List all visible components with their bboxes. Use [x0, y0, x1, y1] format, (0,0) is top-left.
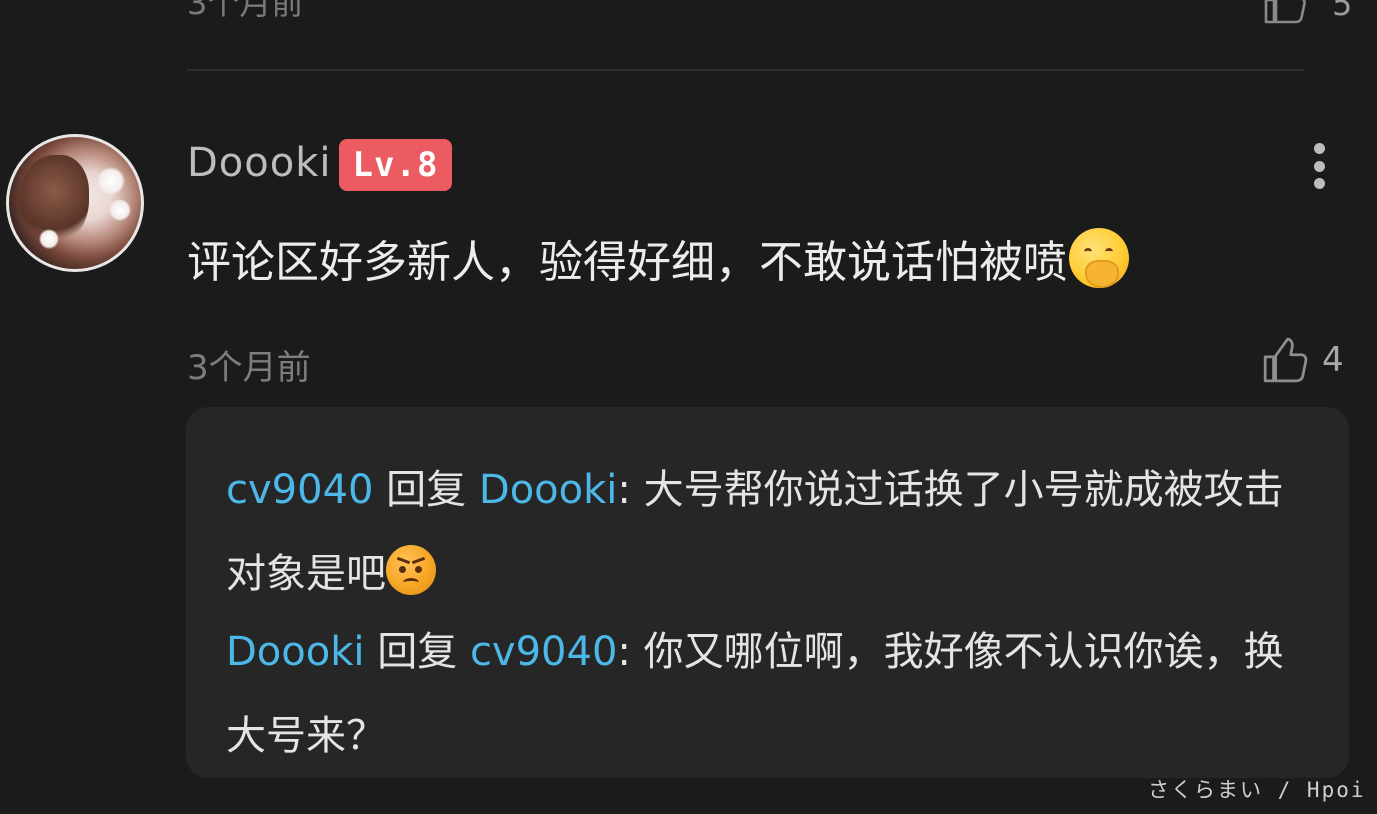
avatar-flower	[109, 199, 131, 221]
watermark: さくらまい / Hpoi	[1148, 778, 1366, 802]
previous-like-count: 5	[1332, 0, 1353, 23]
avatar[interactable]	[6, 134, 144, 272]
avatar-flower	[97, 167, 125, 195]
like-button[interactable]: 4	[1262, 336, 1344, 384]
reply-item[interactable]: cv9040 回复 Doooki: 大号帮你说过话换了小号就成被攻击对象是吧	[226, 448, 1306, 616]
thumbs-up-icon	[1263, 337, 1308, 383]
comment-timestamp: 3个月前	[187, 348, 311, 388]
dot	[1313, 160, 1325, 172]
previous-like-button[interactable]: 5	[1262, 0, 1352, 26]
reply-colon: :	[617, 629, 644, 675]
dot	[1313, 178, 1325, 189]
reply-target[interactable]: Doooki	[479, 467, 618, 513]
comment-body: 评论区好多新人，验得好细，不敢说话怕被喷	[187, 226, 1129, 290]
more-options-icon[interactable]	[1310, 143, 1328, 189]
reply-author[interactable]: cv9040	[226, 467, 373, 513]
replies-box: cv9040 回复 Doooki: 大号帮你说过话换了小号就成被攻击对象是吧 D…	[186, 407, 1349, 778]
angry-face-emoji	[386, 545, 436, 595]
reply-item[interactable]: Doooki 回复 cv9040: 你又哪位啊，我好像不认识你诶，换大号来？	[226, 610, 1306, 778]
level-badge: Lv.8	[339, 139, 452, 191]
reply-verb: 回复	[373, 467, 479, 513]
comment-divider	[187, 69, 1304, 71]
previous-comment-time: 3个月前	[187, 0, 304, 22]
dot	[1313, 143, 1325, 154]
reply-verb: 回复	[364, 629, 470, 675]
like-count: 4	[1322, 340, 1344, 380]
thumbs-up-icon	[1264, 0, 1306, 24]
avatar-flower	[39, 229, 59, 249]
comment-username[interactable]: Doooki	[187, 140, 332, 186]
shushing-face-emoji	[1069, 228, 1129, 288]
comment-page: 3个月前 5 Doooki Lv.8 评论区好多新人，验得好细，不敢说话怕被喷 …	[0, 0, 1377, 814]
reply-colon: :	[617, 467, 644, 513]
comment-text: 评论区好多新人，验得好细，不敢说话怕被喷	[187, 237, 1067, 288]
reply-author[interactable]: Doooki	[226, 629, 365, 675]
reply-target[interactable]: cv9040	[470, 629, 617, 675]
